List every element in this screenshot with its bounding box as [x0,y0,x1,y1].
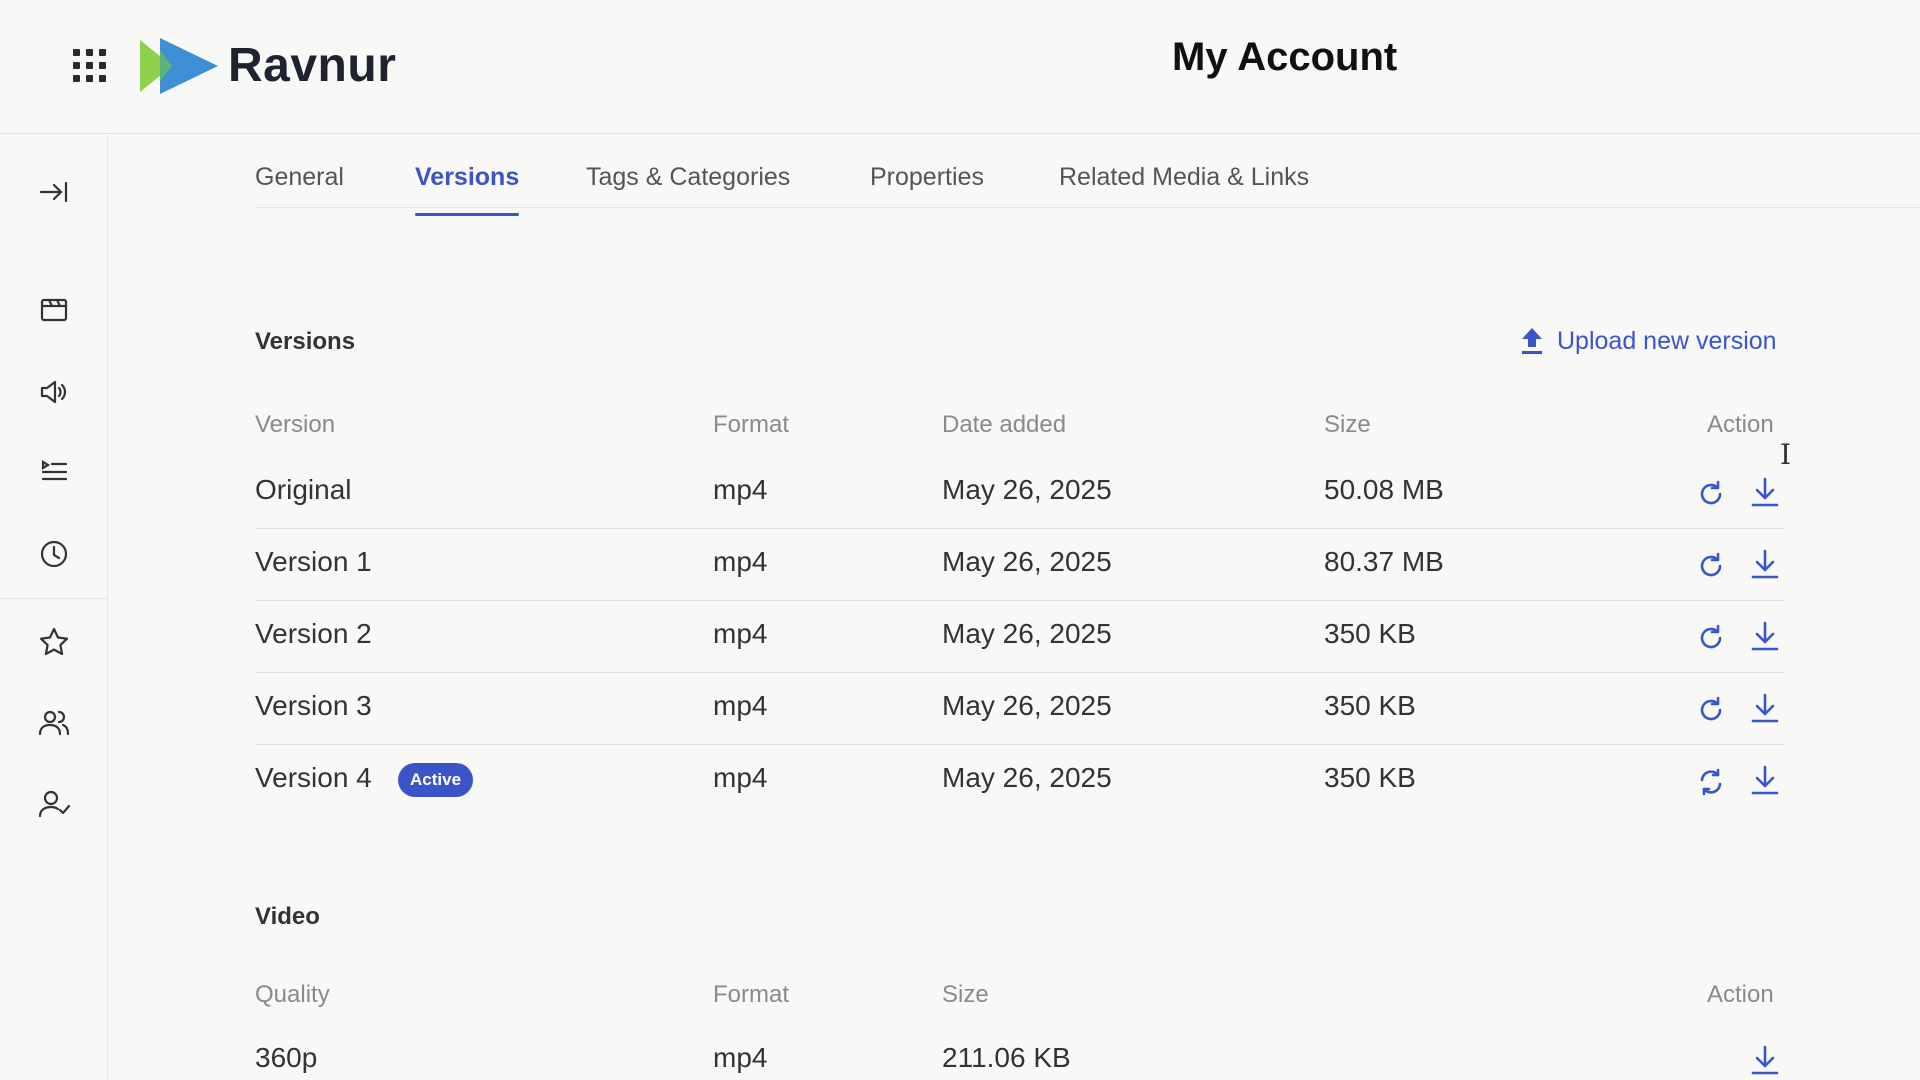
video-quality: 360p [255,1042,318,1073]
version-name: Version 3 [255,690,372,721]
active-badge: Active [398,763,474,797]
video-section-title: Video [255,903,320,930]
favorites-icon[interactable] [32,620,76,664]
versions-section-title: Versions [255,328,356,355]
app-header: Ravnur My Account [0,0,1920,134]
version-format: mp4 [713,762,768,793]
version-format: mp4 [713,618,768,649]
set-active-version-icon[interactable] [1694,620,1728,656]
tab-bar: General Versions Tags & Categories Prope… [255,150,1920,216]
version-date: May 26, 2025 [942,546,1112,577]
version-date: May 26, 2025 [942,618,1112,649]
column-header-format: Format [713,411,790,438]
column-header-size: Size [1324,411,1371,438]
version-format: mp4 [713,546,768,577]
column-header-date-added: Date added [942,411,1067,438]
groups-icon[interactable] [32,701,76,745]
version-name: Version 2 [255,618,372,649]
version-date: May 26, 2025 [942,762,1112,793]
column-header-size: Size [942,981,989,1008]
download-icon[interactable] [1748,618,1782,654]
upload-new-version-label: Upload new version [1557,326,1777,355]
download-icon[interactable] [1748,762,1782,798]
version-size: 350 KB [1324,618,1416,649]
text-cursor-icon: I [1780,438,1792,471]
column-header-action: Action [1707,981,1774,1008]
brand-name: Ravnur [228,39,397,92]
version-format: mp4 [713,474,768,505]
users-approved-icon[interactable] [32,782,76,826]
history-icon[interactable] [32,532,76,576]
tab-properties[interactable]: Properties [870,160,984,194]
column-header-version: Version [255,411,336,438]
tab-general[interactable]: General [255,160,344,194]
download-icon[interactable] [1748,1042,1782,1078]
upload-new-version-button[interactable]: Upload new version [1519,326,1777,356]
page-title: My Account [1172,35,1398,79]
tab-tags-categories[interactable]: Tags & Categories [586,160,790,194]
tab-related-media-links[interactable]: Related Media & Links [1059,160,1309,194]
video-size: 211.06 KB [942,1042,1071,1073]
column-header-format: Format [713,981,790,1008]
column-header-action: Action [1707,411,1774,438]
version-date: May 26, 2025 [942,690,1112,721]
version-size: 50.08 MB [1324,474,1444,505]
version-name: Version 1 [255,546,372,577]
ravnur-logo [140,38,218,94]
playlist-icon[interactable] [32,448,76,492]
version-format: mp4 [713,690,768,721]
sidebar-divider [0,598,108,599]
set-active-version-icon[interactable] [1694,692,1728,728]
download-icon[interactable] [1748,546,1782,582]
upload-icon [1522,328,1542,354]
audio-icon[interactable] [32,370,76,414]
version-size: 350 KB [1324,690,1416,721]
media-library-icon[interactable] [32,287,76,331]
set-active-version-icon[interactable] [1694,548,1728,584]
version-size: 80.37 MB [1324,546,1444,577]
version-size: 350 KB [1324,762,1416,793]
row-divider [255,528,1785,529]
download-icon[interactable] [1748,474,1782,510]
set-active-version-icon[interactable] [1694,476,1728,512]
row-divider [255,744,1785,745]
column-header-quality: Quality [255,981,330,1008]
row-divider [255,600,1785,601]
tab-versions[interactable]: Versions [415,160,520,216]
version-date: May 26, 2025 [942,474,1112,505]
version-name: Version 4 [255,762,372,793]
sidebar [0,135,108,1080]
sync-active-icon[interactable] [1694,764,1728,800]
version-name: Original [255,474,352,505]
video-format: mp4 [713,1042,768,1073]
download-icon[interactable] [1748,690,1782,726]
row-divider [255,672,1785,673]
collapse-sidebar-icon[interactable] [32,170,76,214]
apps-grid-icon[interactable] [73,49,109,85]
